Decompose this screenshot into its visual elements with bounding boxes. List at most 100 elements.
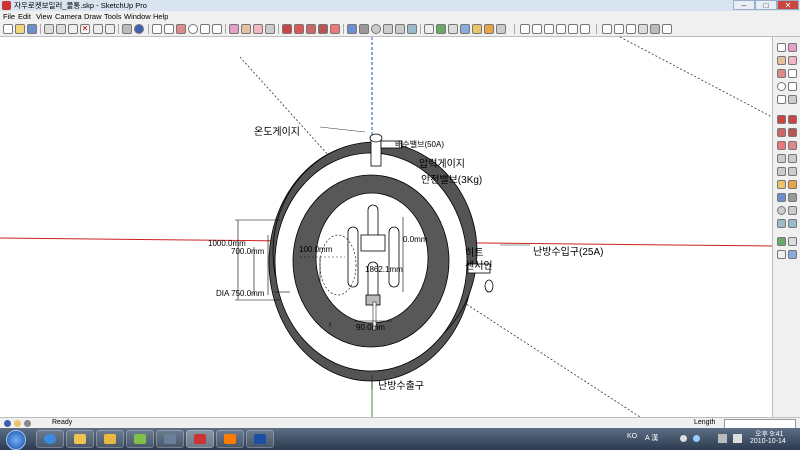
tape-icon[interactable] bbox=[777, 154, 786, 163]
rectangle-tool-icon[interactable] bbox=[176, 24, 186, 34]
new-file-icon[interactable] bbox=[3, 24, 13, 34]
taskbar-sketchup[interactable] bbox=[186, 430, 214, 448]
menu-view[interactable]: View bbox=[36, 11, 52, 22]
section-plane-icon[interactable] bbox=[460, 24, 470, 34]
top-view-icon[interactable] bbox=[532, 24, 542, 34]
polygon-icon[interactable] bbox=[777, 95, 786, 104]
front-view-icon[interactable] bbox=[544, 24, 554, 34]
circle-tool-icon[interactable] bbox=[188, 24, 198, 34]
erase-x-icon[interactable]: ✕ bbox=[80, 24, 90, 34]
volume-icon[interactable] bbox=[733, 434, 742, 443]
pan-icon[interactable] bbox=[788, 193, 797, 202]
zoom-icon[interactable] bbox=[371, 24, 381, 34]
maximize-button[interactable]: □ bbox=[755, 0, 777, 10]
zoom-icon[interactable] bbox=[777, 206, 786, 215]
clock-date[interactable]: 2010-10-14 bbox=[750, 438, 786, 445]
zoom-extents-icon[interactable] bbox=[395, 24, 405, 34]
circle-icon[interactable] bbox=[777, 82, 786, 91]
components-icon[interactable] bbox=[496, 24, 506, 34]
make-component-icon[interactable] bbox=[229, 24, 239, 34]
copy-icon[interactable] bbox=[56, 24, 66, 34]
open-folder-icon[interactable] bbox=[15, 24, 25, 34]
taskbar-photoshop[interactable] bbox=[246, 430, 274, 448]
tape-measure-icon[interactable] bbox=[265, 24, 275, 34]
language-indicator[interactable]: KO bbox=[627, 433, 637, 440]
network-icon[interactable] bbox=[718, 434, 727, 443]
push-pull-icon[interactable] bbox=[282, 24, 292, 34]
taskbar-illustrator[interactable] bbox=[216, 430, 244, 448]
offset-icon[interactable] bbox=[788, 141, 797, 150]
model-info-icon[interactable] bbox=[134, 24, 144, 34]
left-view-icon[interactable] bbox=[580, 24, 590, 34]
dimension-icon[interactable] bbox=[788, 154, 797, 163]
back-view-icon[interactable] bbox=[568, 24, 578, 34]
monochrome-style-icon[interactable] bbox=[662, 24, 672, 34]
taskbar-messenger[interactable] bbox=[126, 430, 154, 448]
menu-help[interactable]: Help bbox=[153, 11, 168, 22]
axes-icon[interactable] bbox=[777, 180, 786, 189]
iso-view-icon[interactable] bbox=[520, 24, 530, 34]
ime-indicator[interactable]: A 漢 bbox=[645, 433, 658, 443]
text-icon[interactable] bbox=[788, 167, 797, 176]
minimize-button[interactable]: – bbox=[733, 0, 755, 10]
component-icon[interactable] bbox=[788, 43, 797, 52]
taskbar-explorer[interactable] bbox=[66, 430, 94, 448]
orbit-icon[interactable] bbox=[777, 193, 786, 202]
cut-icon[interactable] bbox=[44, 24, 54, 34]
taskbar-explorer-2[interactable] bbox=[96, 430, 124, 448]
eraser-icon[interactable] bbox=[788, 56, 797, 65]
previous-view-icon[interactable] bbox=[407, 24, 417, 34]
taskbar-app[interactable] bbox=[156, 430, 184, 448]
orbit-icon[interactable] bbox=[347, 24, 357, 34]
paste-icon[interactable] bbox=[68, 24, 78, 34]
tray-icon[interactable] bbox=[680, 435, 687, 442]
undo-icon[interactable] bbox=[93, 24, 103, 34]
position-camera-icon[interactable] bbox=[777, 237, 786, 246]
line-tool-icon[interactable] bbox=[164, 24, 174, 34]
previous-icon[interactable] bbox=[788, 219, 797, 228]
model-viewport[interactable]: 온도게이지 배수밸브(50A) 압력게이지 안전밸브(3Kg) 히트 센서인 난… bbox=[0, 37, 772, 417]
rotate-icon[interactable] bbox=[306, 24, 316, 34]
look-around-icon[interactable] bbox=[788, 237, 797, 246]
redo-icon[interactable] bbox=[105, 24, 115, 34]
tray-icon[interactable] bbox=[693, 435, 700, 442]
menu-file[interactable]: File bbox=[3, 11, 15, 22]
menu-draw[interactable]: Draw bbox=[84, 11, 102, 22]
freehand-icon[interactable] bbox=[788, 95, 797, 104]
rotate-icon[interactable] bbox=[777, 128, 786, 137]
section-plane-icon[interactable] bbox=[788, 250, 797, 259]
zoom-window-icon[interactable] bbox=[383, 24, 393, 34]
start-button[interactable] bbox=[6, 430, 26, 450]
move-icon[interactable] bbox=[294, 24, 304, 34]
push-pull-icon[interactable] bbox=[788, 115, 797, 124]
arc-icon[interactable] bbox=[788, 82, 797, 91]
zoom-extents-icon[interactable] bbox=[777, 219, 786, 228]
paint-icon[interactable] bbox=[777, 56, 786, 65]
share-model-icon[interactable] bbox=[484, 24, 494, 34]
status-info-icon[interactable] bbox=[4, 420, 11, 427]
menu-camera[interactable]: Camera bbox=[55, 11, 82, 22]
line-icon[interactable] bbox=[788, 69, 797, 78]
menu-window[interactable]: Window bbox=[124, 11, 151, 22]
follow-me-icon[interactable] bbox=[788, 128, 797, 137]
xray-style-icon[interactable] bbox=[602, 24, 612, 34]
position-camera-icon[interactable] bbox=[436, 24, 446, 34]
select-icon[interactable] bbox=[777, 43, 786, 52]
rectangle-icon[interactable] bbox=[777, 69, 786, 78]
get-models-icon[interactable] bbox=[472, 24, 482, 34]
paint-bucket-icon[interactable] bbox=[241, 24, 251, 34]
walk-icon[interactable] bbox=[777, 250, 786, 259]
follow-me-icon[interactable] bbox=[318, 24, 328, 34]
arc-tool-icon[interactable] bbox=[212, 24, 222, 34]
protractor-icon[interactable] bbox=[777, 167, 786, 176]
close-button[interactable]: ✕ bbox=[777, 0, 799, 10]
shaded-style-icon[interactable] bbox=[638, 24, 648, 34]
print-icon[interactable] bbox=[122, 24, 132, 34]
menu-edit[interactable]: Edit bbox=[18, 11, 31, 22]
pan-icon[interactable] bbox=[359, 24, 369, 34]
scale-icon[interactable] bbox=[330, 24, 340, 34]
eraser-icon[interactable] bbox=[253, 24, 263, 34]
select-arrow-icon[interactable] bbox=[152, 24, 162, 34]
save-icon[interactable] bbox=[27, 24, 37, 34]
zoom-window-icon[interactable] bbox=[788, 206, 797, 215]
